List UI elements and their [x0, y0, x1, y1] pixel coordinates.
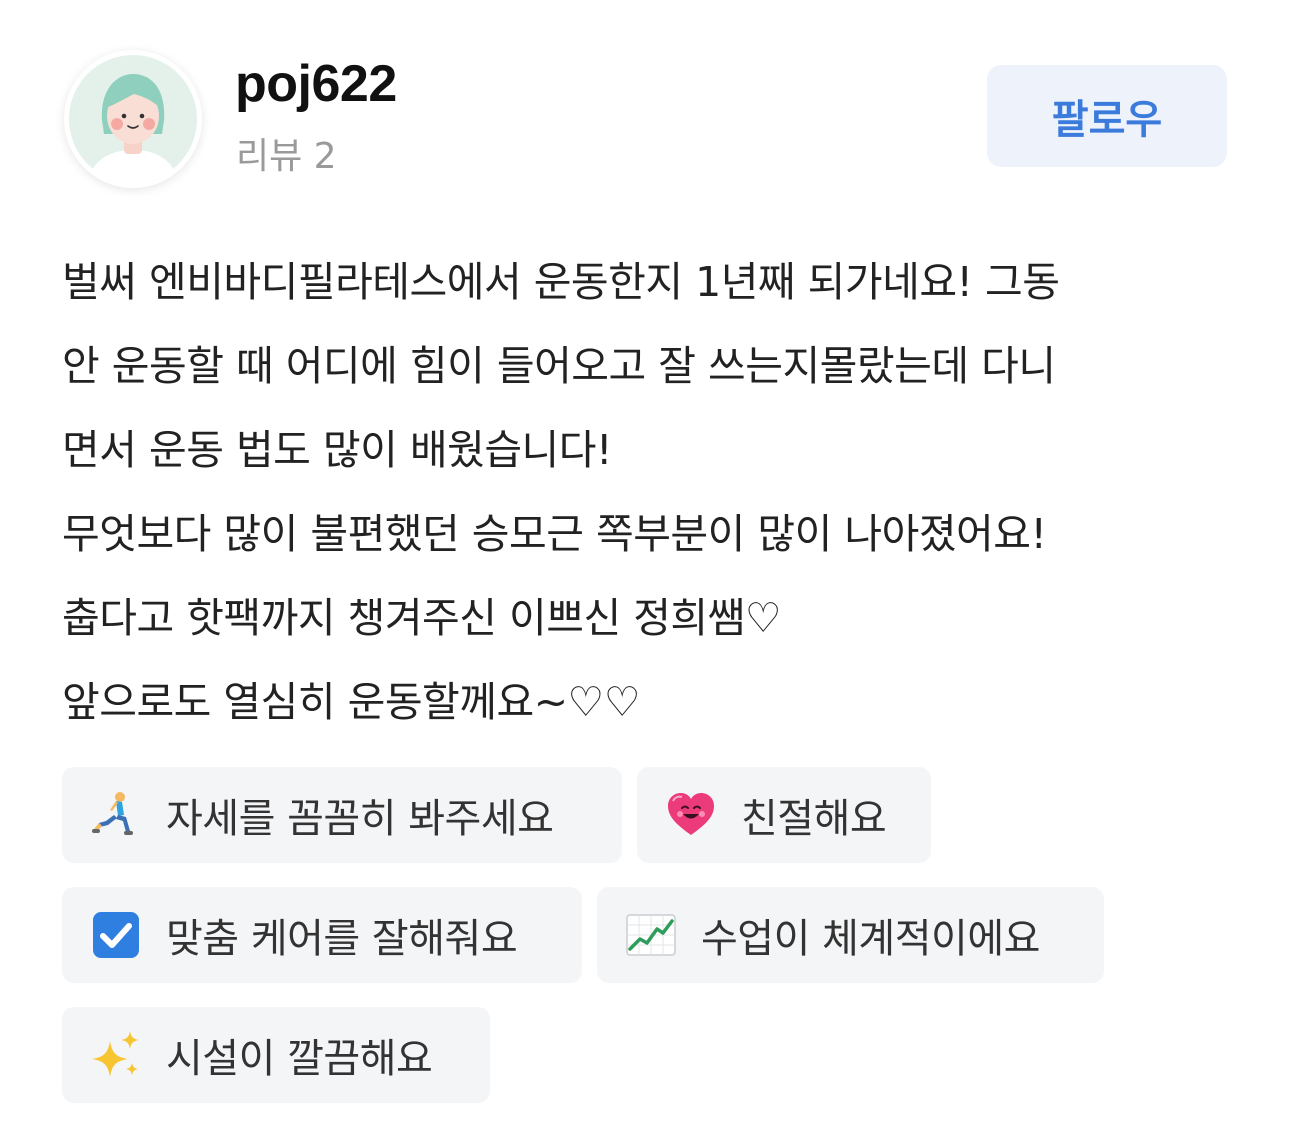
review-tag: 친절해요 [637, 767, 931, 863]
review-line: 앞으로도 열심히 운동할께요~♡♡ [62, 678, 641, 726]
review-tag: 자세를 꼼꼼히 봐주세요 [62, 767, 622, 863]
review-tag: 맞춤 케어를 잘해줘요 [62, 887, 582, 983]
review-line: 면서 운동 법도 많이 배웠습니다! [62, 426, 612, 474]
review-count: 리뷰 2 [236, 136, 337, 177]
review-line: 벌써 엔비바디필라테스에서 운동한지 1년째 되가네요! 그동 [62, 258, 1060, 306]
review-line: 안 운동할 때 어디에 힘이 들어오고 잘 쓰는지몰랐는데 다니 [62, 342, 1056, 390]
avatar[interactable] [64, 50, 202, 188]
tag-label: 친절해요 [741, 796, 887, 842]
tag-label: 수업이 체계적이에요 [701, 916, 1040, 962]
review-text: 벌써 엔비바디필라테스에서 운동한지 1년째 되가네요! 그동 안 운동할 때 … [62, 240, 1232, 744]
tag-label: 맞춤 케어를 잘해줘요 [166, 916, 518, 962]
review-line: 춥다고 핫팩까지 챙겨주신 이쁘신 정희쌤♡ [62, 594, 782, 642]
avatar-icon [64, 50, 202, 188]
checkbox-icon [90, 909, 142, 961]
tag-label: 자세를 꼼꼼히 봐주세요 [166, 796, 554, 842]
username[interactable]: poj622 [235, 52, 397, 116]
follow-button[interactable]: 팔로우 [987, 65, 1227, 167]
sparkles-icon [90, 1029, 142, 1081]
review-tag: 시설이 깔끔해요 [62, 1007, 490, 1103]
review-tag: 수업이 체계적이에요 [597, 887, 1104, 983]
lunge-person-icon [90, 789, 142, 841]
review-line: 무엇보다 많이 불편했던 승모근 쪽부분이 많이 나아졌어요! [62, 510, 1047, 558]
smiling-heart-icon [665, 789, 717, 841]
tag-label: 시설이 깔끔해요 [166, 1036, 433, 1082]
chart-increasing-icon [625, 909, 677, 961]
